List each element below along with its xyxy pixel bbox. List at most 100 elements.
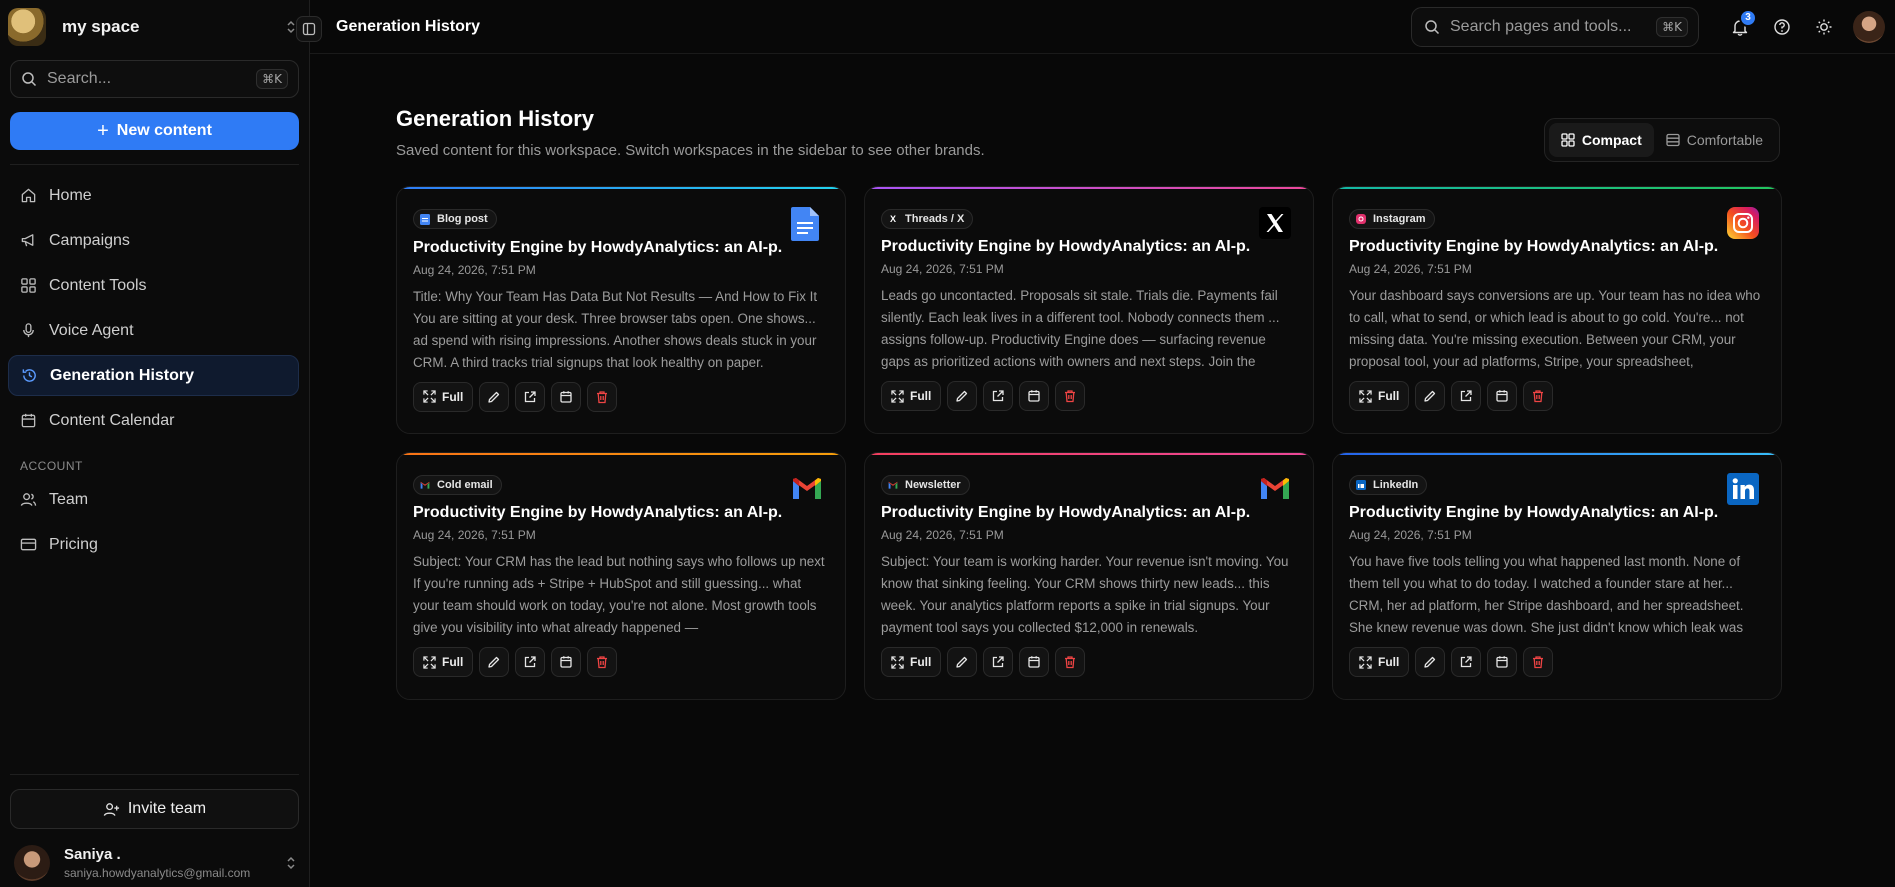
sidebar-item-home[interactable]: Home (8, 175, 299, 216)
history-card[interactable]: Cold email Productivity Engine by HowdyA… (396, 452, 846, 700)
history-card[interactable]: Newsletter Productivity Engine by HowdyA… (864, 452, 1314, 700)
delete-button[interactable] (1055, 647, 1086, 677)
edit-button[interactable] (479, 647, 510, 677)
pencil-icon (956, 390, 968, 402)
open-external-button[interactable] (515, 647, 546, 677)
gmail-icon (1259, 473, 1291, 507)
workspace-avatar (8, 8, 46, 46)
card-preview: Your dashboard says conversions are up. … (1349, 288, 1761, 369)
sidebar-item-content-tools[interactable]: Content Tools (8, 265, 299, 306)
sidebar-item-label: Home (49, 186, 92, 204)
invite-team-button[interactable]: Invite team (10, 789, 299, 829)
full-view-button[interactable]: Full (413, 647, 474, 677)
sidebar-toggle-button[interactable] (296, 16, 322, 42)
view-toggle: Compact Comfortable (1543, 118, 1780, 162)
sidebar-toggle-icon (302, 22, 316, 36)
sidebar-item-label: Voice Agent (49, 321, 134, 339)
schedule-button[interactable] (1487, 381, 1518, 411)
content-type-icon (420, 213, 430, 225)
open-external-button[interactable] (983, 647, 1014, 677)
delete-button[interactable] (1523, 647, 1554, 677)
full-view-button[interactable]: Full (413, 381, 474, 412)
full-view-button[interactable]: Full (881, 381, 942, 411)
view-comfortable-button[interactable]: Comfortable (1654, 123, 1775, 157)
expand-icon (1359, 389, 1372, 403)
delete-button[interactable] (587, 381, 618, 412)
home-icon (21, 188, 36, 203)
schedule-button[interactable] (1019, 647, 1050, 677)
history-card[interactable]: Instagram Productivity Engine by HowdyAn… (1332, 186, 1782, 434)
open-external-button[interactable] (983, 381, 1014, 411)
divider (10, 774, 299, 775)
history-card[interactable]: LinkedIn Productivity Engine by HowdyAna… (1332, 452, 1782, 700)
user-plus-icon (103, 802, 119, 816)
edit-button[interactable] (947, 647, 978, 677)
schedule-button[interactable] (1487, 647, 1518, 677)
help-button[interactable] (1767, 12, 1797, 42)
edit-button[interactable] (479, 381, 510, 412)
sidebar-search[interactable]: Search... ⌘K (10, 60, 299, 98)
delete-button[interactable] (1055, 381, 1086, 411)
content-type-badge: Blog post (413, 209, 497, 229)
user-menu[interactable]: Saniya . saniya.howdyanalytics@gmail.com (0, 829, 309, 887)
edit-button[interactable] (947, 381, 978, 411)
view-compact-button[interactable]: Compact (1548, 123, 1654, 157)
notifications-button[interactable]: 3 (1725, 8, 1757, 42)
sidebar-item-campaigns[interactable]: Campaigns (8, 220, 299, 261)
x-icon (1259, 207, 1291, 241)
sidebar-item-pricing[interactable]: Pricing (8, 524, 299, 565)
sidebar-item-voice-agent[interactable]: Voice Agent (8, 310, 299, 351)
content-type-badge: Cold email (413, 475, 502, 495)
full-view-button[interactable]: Full (1349, 381, 1410, 411)
sidebar-item-generation-history[interactable]: Generation History (8, 355, 299, 396)
open-external-button[interactable] (1451, 647, 1482, 677)
full-view-label: Full (1378, 655, 1400, 669)
edit-button[interactable] (1415, 647, 1446, 677)
expand-icon (891, 389, 904, 403)
pencil-icon (488, 656, 500, 668)
history-card[interactable]: X Threads / X Productivity Engine by How… (864, 186, 1314, 434)
global-search[interactable]: Search pages and tools... ⌘K (1411, 6, 1699, 47)
history-card[interactable]: Blog post Productivity Engine by HowdyAn… (396, 186, 846, 434)
card-accent-bar (1333, 187, 1781, 189)
delete-button[interactable] (587, 647, 618, 677)
edit-button[interactable] (1415, 381, 1446, 411)
pencil-icon (488, 391, 500, 403)
card-actions: Full (881, 381, 1297, 411)
sidebar-item-content-calendar[interactable]: Content Calendar (8, 400, 299, 441)
card-title: Productivity Engine by HowdyAnalytics: a… (881, 504, 1251, 521)
workspace-switcher[interactable]: my space (0, 0, 309, 54)
card-date: Aug 24, 2026, 7:51 PM (1349, 262, 1472, 276)
content-type-label: Instagram (1373, 213, 1426, 225)
new-content-button[interactable]: + New content (10, 112, 299, 150)
card-actions: Full (1349, 647, 1765, 677)
external-link-icon (993, 390, 1004, 402)
delete-button[interactable] (1523, 381, 1554, 411)
chevron-updown-icon (285, 856, 297, 871)
avatar[interactable] (1853, 10, 1885, 43)
search-shortcut: ⌘K (1656, 16, 1688, 37)
megaphone-icon (21, 234, 34, 247)
theme-toggle-button[interactable] (1809, 12, 1839, 42)
external-link-icon (1461, 656, 1472, 668)
schedule-button[interactable] (551, 647, 582, 677)
page-heading: Generation History (396, 106, 595, 131)
card-accent-bar (1333, 453, 1781, 455)
card-date: Aug 24, 2026, 7:51 PM (881, 528, 1004, 542)
full-view-button[interactable]: Full (881, 647, 942, 677)
trash-icon (597, 656, 608, 669)
grid-icon (1561, 133, 1575, 147)
open-external-button[interactable] (1451, 381, 1482, 411)
full-view-button[interactable]: Full (1349, 647, 1410, 677)
card-preview: Title: Why Your Team Has Data But Not Re… (413, 288, 818, 370)
trash-icon (1065, 656, 1076, 669)
schedule-button[interactable] (1019, 381, 1050, 411)
schedule-button[interactable] (551, 381, 582, 412)
open-external-button[interactable] (515, 381, 546, 412)
sidebar-item-team[interactable]: Team (8, 479, 299, 520)
card-preview: Leads go uncontacted. Proposals sit stal… (881, 288, 1280, 369)
linkedin-icon (1727, 473, 1759, 507)
sidebar-footer: Invite team Saniya . saniya.howdyanalyti… (0, 774, 309, 887)
pencil-icon (1424, 390, 1436, 402)
card-title: Productivity Engine by HowdyAnalytics: a… (881, 238, 1251, 255)
